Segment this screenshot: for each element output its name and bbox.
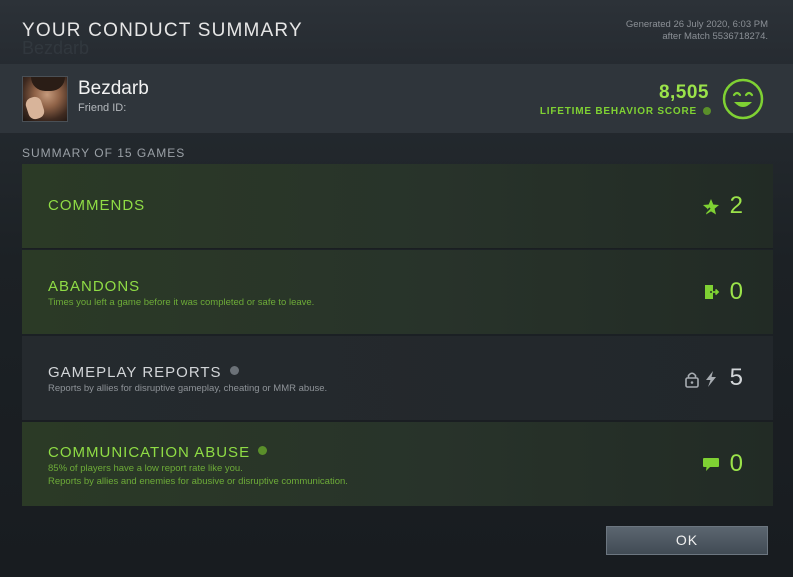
abandons-row: ABANDONS Times you left a game before it… bbox=[22, 250, 773, 334]
generated-date: Generated 26 July 2020, 6:03 PM bbox=[625, 19, 768, 30]
communication-abuse-description-2: Reports by allies and enemies for abusiv… bbox=[48, 476, 348, 487]
lightning-icon bbox=[706, 371, 716, 387]
lock-icon bbox=[685, 372, 699, 388]
commends-value: 2 bbox=[729, 192, 743, 219]
chat-bubble-icon bbox=[703, 458, 719, 471]
star-icon bbox=[703, 199, 719, 215]
info-icon[interactable] bbox=[229, 366, 239, 375]
ok-button[interactable]: OK bbox=[606, 526, 768, 555]
friend-id-label: Friend ID: bbox=[78, 102, 127, 114]
gameplay-reports-value: 5 bbox=[729, 364, 743, 391]
abandons-value: 0 bbox=[729, 278, 743, 305]
exit-door-icon bbox=[705, 285, 720, 299]
summary-title: SUMMARY OF 15 GAMES bbox=[22, 146, 186, 160]
behavior-score-label-text: LIFETIME BEHAVIOR SCORE bbox=[539, 106, 697, 117]
communication-abuse-title-text: COMMUNICATION ABUSE bbox=[48, 444, 251, 461]
communication-abuse-value: 0 bbox=[729, 450, 743, 477]
avatar-hand-shape bbox=[23, 95, 47, 121]
commends-row: COMMENDS 2 bbox=[22, 164, 773, 248]
dialog-header: Bezdarb YOUR CONDUCT SUMMARY Generated 2… bbox=[0, 0, 793, 64]
avatar[interactable] bbox=[22, 76, 68, 122]
generated-match: after Match 5536718274. bbox=[662, 31, 768, 42]
player-name: Bezdarb bbox=[78, 78, 149, 99]
info-icon[interactable] bbox=[258, 446, 268, 455]
behavior-score-label: LIFETIME BEHAVIOR SCORE bbox=[540, 106, 711, 117]
gameplay-reports-title: GAMEPLAY REPORTS bbox=[48, 364, 239, 381]
communication-abuse-title: COMMUNICATION ABUSE bbox=[48, 444, 268, 461]
gameplay-reports-row: GAMEPLAY REPORTS Reports by allies for d… bbox=[22, 336, 773, 420]
row-divider bbox=[22, 248, 773, 249]
communication-abuse-description-1: 85% of players have a low report rate li… bbox=[48, 463, 243, 474]
dialog-title: YOUR CONDUCT SUMMARY bbox=[22, 20, 303, 41]
gameplay-reports-title-text: GAMEPLAY REPORTS bbox=[48, 364, 222, 381]
info-icon[interactable] bbox=[703, 107, 711, 116]
gameplay-reports-description: Reports by allies for disruptive gamepla… bbox=[48, 383, 328, 394]
abandons-description: Times you left a game before it was comp… bbox=[48, 297, 315, 308]
commends-title: COMMENDS bbox=[48, 197, 146, 214]
behavior-score-value: 8,505 bbox=[658, 82, 709, 103]
communication-abuse-row: COMMUNICATION ABUSE 85% of players have … bbox=[22, 422, 773, 506]
generated-info: Generated 26 July 2020, 6:03 PM after Ma… bbox=[626, 19, 768, 43]
player-bar: Bezdarb Friend ID: 8,505 LIFETIME BEHAVI… bbox=[0, 64, 793, 133]
abandons-title: ABANDONS bbox=[48, 278, 141, 295]
conduct-summary-dialog: Bezdarb YOUR CONDUCT SUMMARY Generated 2… bbox=[0, 0, 793, 577]
smiley-face-icon bbox=[722, 78, 764, 120]
avatar-hair-shape bbox=[31, 77, 65, 91]
